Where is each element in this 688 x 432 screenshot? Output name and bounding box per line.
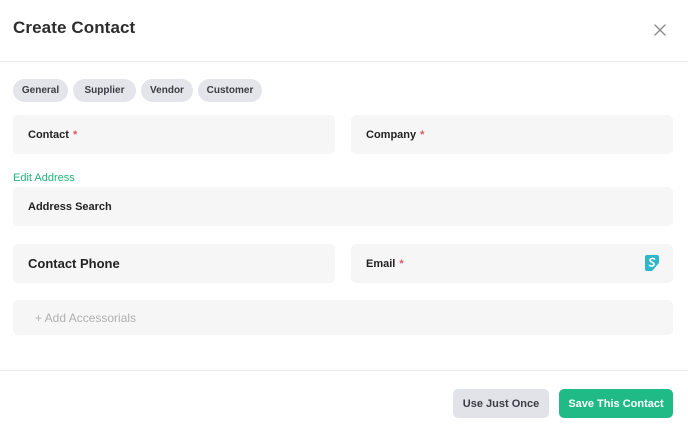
email-label: Email bbox=[366, 257, 396, 270]
password-extension-icon[interactable] bbox=[644, 254, 660, 272]
email-field[interactable]: Email * bbox=[351, 244, 673, 283]
dialog-header: Create Contact bbox=[0, 0, 688, 62]
address-search-label: Address Search bbox=[28, 200, 112, 213]
address-search-field[interactable]: Address Search bbox=[13, 187, 673, 226]
required-marker: * bbox=[399, 257, 404, 270]
required-marker: * bbox=[72, 128, 78, 141]
company-field[interactable]: Company * bbox=[351, 115, 673, 154]
save-contact-button[interactable]: Save This Contact bbox=[559, 389, 673, 418]
tag-general[interactable]: General bbox=[13, 79, 68, 102]
edit-address-link[interactable]: Edit Address bbox=[13, 172, 75, 184]
company-label: Company bbox=[366, 128, 417, 141]
tag-supplier[interactable]: Supplier bbox=[73, 79, 136, 102]
contact-phone-field[interactable]: Contact Phone bbox=[13, 244, 335, 283]
tag-vendor[interactable]: Vendor bbox=[141, 79, 193, 102]
dialog-title: Create Contact bbox=[13, 18, 136, 37]
footer-divider bbox=[0, 370, 688, 371]
tag-customer[interactable]: Customer bbox=[198, 79, 262, 102]
contact-label: Contact bbox=[28, 128, 69, 141]
use-just-once-button[interactable]: Use Just Once bbox=[453, 389, 549, 418]
add-accessorials-button[interactable]: + Add Accessorials bbox=[13, 300, 673, 335]
contact-type-tags: General Supplier Vendor Customer bbox=[13, 79, 262, 102]
contact-phone-label: Contact Phone bbox=[28, 256, 120, 271]
close-icon[interactable] bbox=[650, 20, 670, 40]
contact-field[interactable]: Contact * bbox=[13, 115, 335, 154]
required-marker: * bbox=[420, 128, 425, 141]
